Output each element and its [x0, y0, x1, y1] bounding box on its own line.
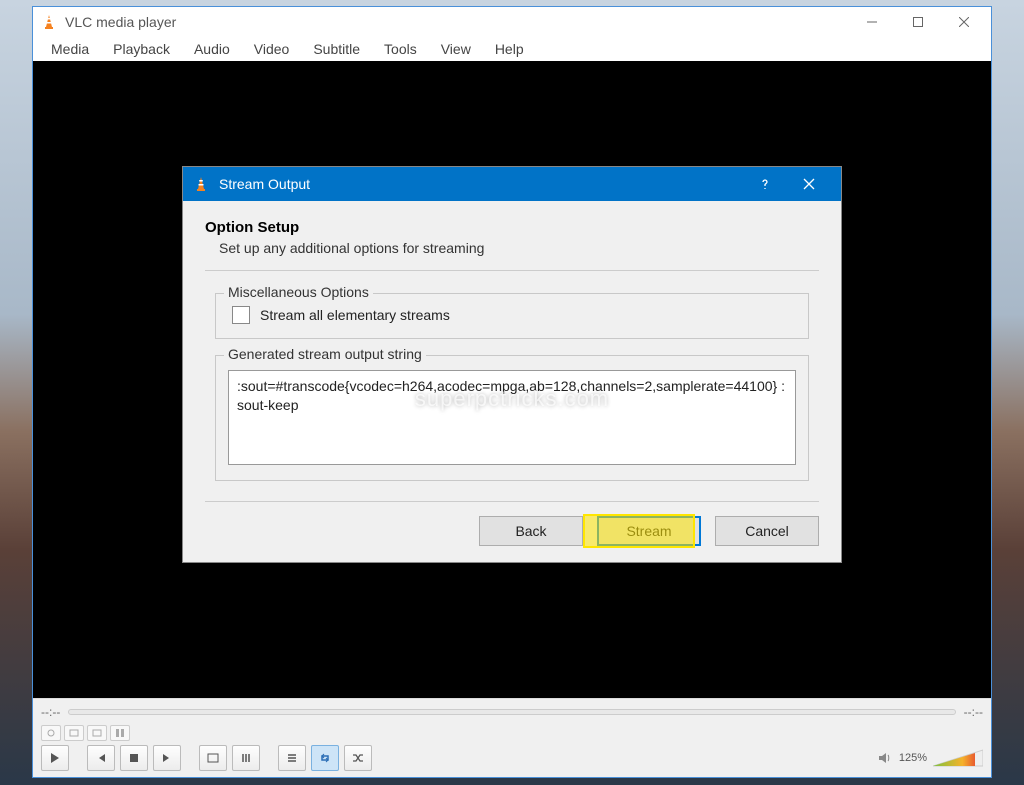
prev-button[interactable] — [87, 745, 115, 771]
dialog-help-button[interactable] — [743, 169, 787, 199]
fullscreen-button[interactable] — [199, 745, 227, 771]
output-group-title: Generated stream output string — [224, 346, 426, 362]
dialog-title: Stream Output — [219, 176, 310, 192]
dialog-heading: Option Setup — [205, 219, 819, 236]
misc-group-title: Miscellaneous Options — [224, 284, 373, 300]
volume-slider[interactable] — [933, 748, 983, 768]
tiny-btn-1[interactable] — [41, 725, 61, 741]
volume-percent: 125% — [899, 752, 927, 764]
dialog-titlebar[interactable]: Stream Output — [183, 167, 841, 201]
time-total: --:-- — [964, 705, 983, 719]
stop-button[interactable] — [120, 745, 148, 771]
menu-help[interactable]: Help — [485, 39, 534, 59]
stream-output-dialog: Stream Output Option Setup Set up any ad… — [182, 166, 842, 563]
tiny-btn-2[interactable] — [64, 725, 84, 741]
next-button[interactable] — [153, 745, 181, 771]
window-title: VLC media player — [65, 14, 176, 30]
cancel-button[interactable]: Cancel — [715, 516, 819, 546]
stream-button[interactable]: Stream — [597, 516, 701, 546]
stream-all-checkbox[interactable] — [232, 306, 250, 324]
titlebar[interactable]: VLC media player — [33, 7, 991, 37]
output-string-group: Generated stream output string — [215, 355, 809, 481]
menu-subtitle[interactable]: Subtitle — [303, 39, 370, 59]
speaker-icon[interactable] — [877, 750, 893, 766]
maximize-button[interactable] — [895, 8, 941, 36]
dialog-close-button[interactable] — [787, 169, 831, 199]
tiny-btn-4[interactable] — [110, 725, 130, 741]
play-button[interactable] — [41, 745, 69, 771]
time-elapsed: --:-- — [41, 705, 60, 719]
menu-playback[interactable]: Playback — [103, 39, 180, 59]
tiny-btn-3[interactable] — [87, 725, 107, 741]
menu-tools[interactable]: Tools — [374, 39, 427, 59]
dialog-subheading: Set up any additional options for stream… — [205, 240, 819, 256]
playlist-button[interactable] — [278, 745, 306, 771]
output-string-textarea[interactable] — [228, 370, 796, 465]
shuffle-button[interactable] — [344, 745, 372, 771]
vlc-cone-icon — [41, 14, 57, 30]
bottom-controls: --:-- --:-- 125% — [33, 698, 991, 777]
ext-settings-button[interactable] — [232, 745, 260, 771]
menu-video[interactable]: Video — [244, 39, 300, 59]
close-button[interactable] — [941, 8, 987, 36]
seek-slider[interactable] — [68, 709, 955, 715]
menu-audio[interactable]: Audio — [184, 39, 240, 59]
back-button[interactable]: Back — [479, 516, 583, 546]
loop-button[interactable] — [311, 745, 339, 771]
menu-view[interactable]: View — [431, 39, 481, 59]
stream-all-label: Stream all elementary streams — [260, 307, 450, 323]
menu-media[interactable]: Media — [41, 39, 99, 59]
divider — [205, 270, 819, 271]
minimize-button[interactable] — [849, 8, 895, 36]
misc-options-group: Miscellaneous Options Stream all element… — [215, 293, 809, 339]
menubar: Media Playback Audio Video Subtitle Tool… — [33, 37, 991, 61]
vlc-cone-icon — [193, 176, 209, 192]
